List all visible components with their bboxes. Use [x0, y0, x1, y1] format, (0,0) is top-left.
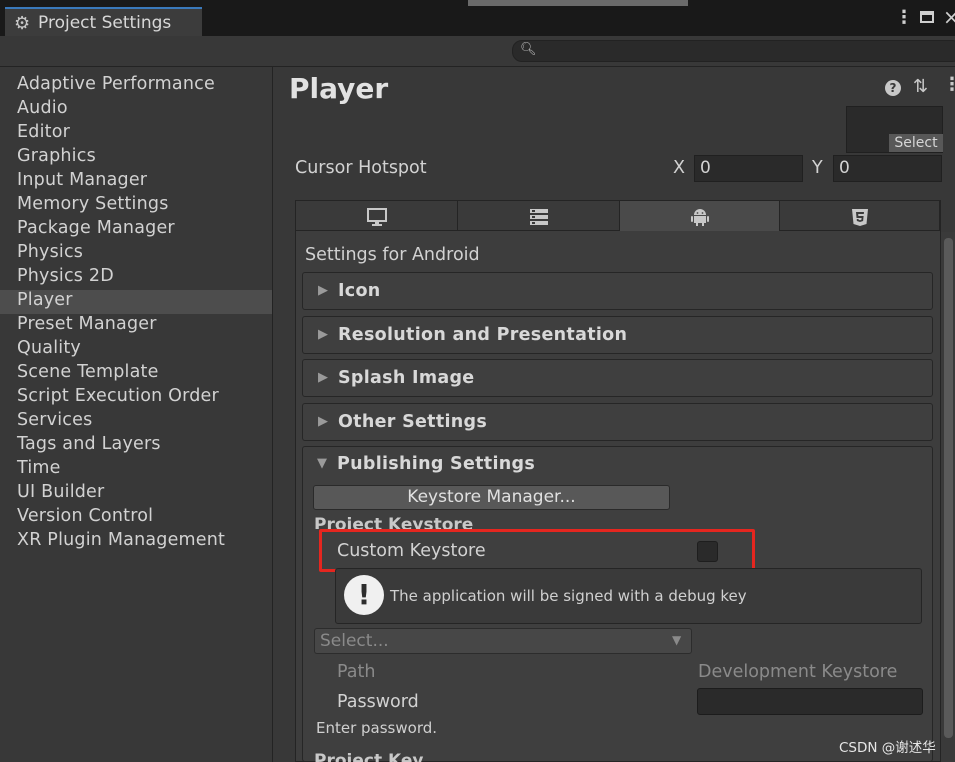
sidebar-item-graphics[interactable]: Graphics: [17, 146, 96, 166]
sidebar-item-version-control[interactable]: Version Control: [17, 506, 153, 526]
foldout-label: Resolution and Presentation: [338, 325, 628, 345]
android-icon: [690, 208, 709, 226]
help-icon[interactable]: ?: [885, 80, 901, 96]
project-settings-tab[interactable]: ⚙ Project Settings: [5, 7, 202, 37]
close-icon[interactable]: ×: [943, 5, 955, 29]
sidebar-item-package-manager[interactable]: Package Manager: [17, 218, 175, 238]
hotspot-y-field[interactable]: 0: [833, 155, 942, 182]
sidebar-item-tags-and-layers[interactable]: Tags and Layers: [17, 434, 161, 454]
sidebar-item-physics[interactable]: Physics: [17, 242, 83, 262]
cursor-hotspot-label: Cursor Hotspot: [295, 158, 427, 178]
foldout-other-settings[interactable]: ▶ Other Settings: [302, 403, 933, 441]
warning-exclamation-icon: !: [344, 575, 384, 615]
tab-standalone[interactable]: [296, 201, 458, 231]
sidebar-item-input-manager[interactable]: Input Manager: [17, 170, 147, 190]
sidebar-item-adaptive-performance[interactable]: Adaptive Performance: [17, 74, 215, 94]
cursor-texture-select-button[interactable]: Select: [889, 134, 943, 152]
development-keystore-label: Development Keystore: [698, 662, 898, 682]
chevron-right-icon: ▶: [318, 370, 328, 385]
more-vertical-icon[interactable]: ⋮: [943, 74, 955, 95]
password-field[interactable]: [697, 688, 923, 715]
page-title: Player: [289, 72, 389, 105]
sidebar-item-player[interactable]: Player: [17, 290, 73, 310]
hotspot-y-label: Y: [812, 158, 823, 178]
tab-title: Project Settings: [38, 13, 172, 33]
gear-icon: ⚙: [14, 13, 31, 34]
sidebar-item-physics-2d[interactable]: Physics 2D: [17, 266, 114, 286]
scrollbar-thumb[interactable]: [944, 238, 953, 738]
monitor-icon: [366, 207, 387, 226]
foldout-label: Other Settings: [338, 412, 488, 432]
foldout-resolution-and-presentation[interactable]: ▶ Resolution and Presentation: [302, 316, 933, 354]
watermark-text: CSDN @谢述华: [839, 740, 936, 756]
sidebar-item-time[interactable]: Time: [17, 458, 61, 478]
sidebar-item-scene-template[interactable]: Scene Template: [17, 362, 159, 382]
preset-sliders-icon[interactable]: ⇅: [913, 76, 928, 97]
enter-password-hint: Enter password.: [316, 719, 438, 737]
chevron-down-icon: ▼: [317, 456, 327, 471]
warning-text: The application will be signed with a de…: [390, 587, 747, 605]
foldout-label: Publishing Settings: [337, 454, 536, 474]
chevron-right-icon: ▶: [318, 283, 328, 298]
foldout-label: Splash Image: [338, 368, 475, 388]
settings-for-platform-label: Settings for Android: [305, 245, 480, 265]
chevron-right-icon: ▶: [318, 414, 328, 429]
server-icon: [529, 208, 548, 225]
sidebar-item-ui-builder[interactable]: UI Builder: [17, 482, 104, 502]
sidebar-item-script-execution-order[interactable]: Script Execution Order: [17, 386, 219, 406]
highlight-annotation-box: [319, 529, 755, 572]
tab-server[interactable]: [458, 201, 620, 231]
sidebar-item-editor[interactable]: Editor: [17, 122, 70, 142]
chevron-down-icon: ▼: [672, 633, 682, 647]
html5-icon: [851, 208, 868, 226]
tab-webgl[interactable]: [780, 201, 940, 231]
project-key-heading: Project Key: [314, 751, 424, 762]
sidebar-item-xr-plugin-management[interactable]: XR Plugin Management: [17, 530, 225, 550]
project-keystore-heading: Project Keystore: [314, 515, 474, 529]
sidebar-item-services[interactable]: Services: [17, 410, 92, 430]
keystore-manager-button[interactable]: Keystore Manager...: [313, 485, 670, 510]
sidebar-item-memory-settings[interactable]: Memory Settings: [17, 194, 169, 214]
maximize-icon[interactable]: [920, 11, 934, 23]
chevron-right-icon: ▶: [318, 327, 328, 342]
search-input[interactable]: [512, 40, 955, 62]
sidebar-item-audio[interactable]: Audio: [17, 98, 68, 118]
search-icon: 🔍︎: [520, 42, 537, 57]
foldout-icon-section[interactable]: ▶ Icon: [302, 272, 933, 310]
foldout-label: Icon: [338, 281, 381, 301]
hotspot-x-field[interactable]: 0: [694, 155, 803, 182]
tab-android[interactable]: [620, 201, 780, 231]
background-window-sliver: [468, 0, 688, 6]
foldout-splash-image[interactable]: ▶ Splash Image: [302, 359, 933, 397]
keystore-select-value: Select...: [320, 631, 389, 651]
sidebar-item-quality[interactable]: Quality: [17, 338, 81, 358]
hotspot-x-label: X: [673, 158, 685, 178]
foldout-publishing-settings[interactable]: ▼ Publishing Settings: [302, 446, 933, 484]
path-label: Path: [337, 662, 376, 682]
sidebar-item-preset-manager[interactable]: Preset Manager: [17, 314, 157, 334]
password-label: Password: [337, 692, 419, 712]
more-vertical-icon[interactable]: ⋮: [895, 7, 913, 28]
